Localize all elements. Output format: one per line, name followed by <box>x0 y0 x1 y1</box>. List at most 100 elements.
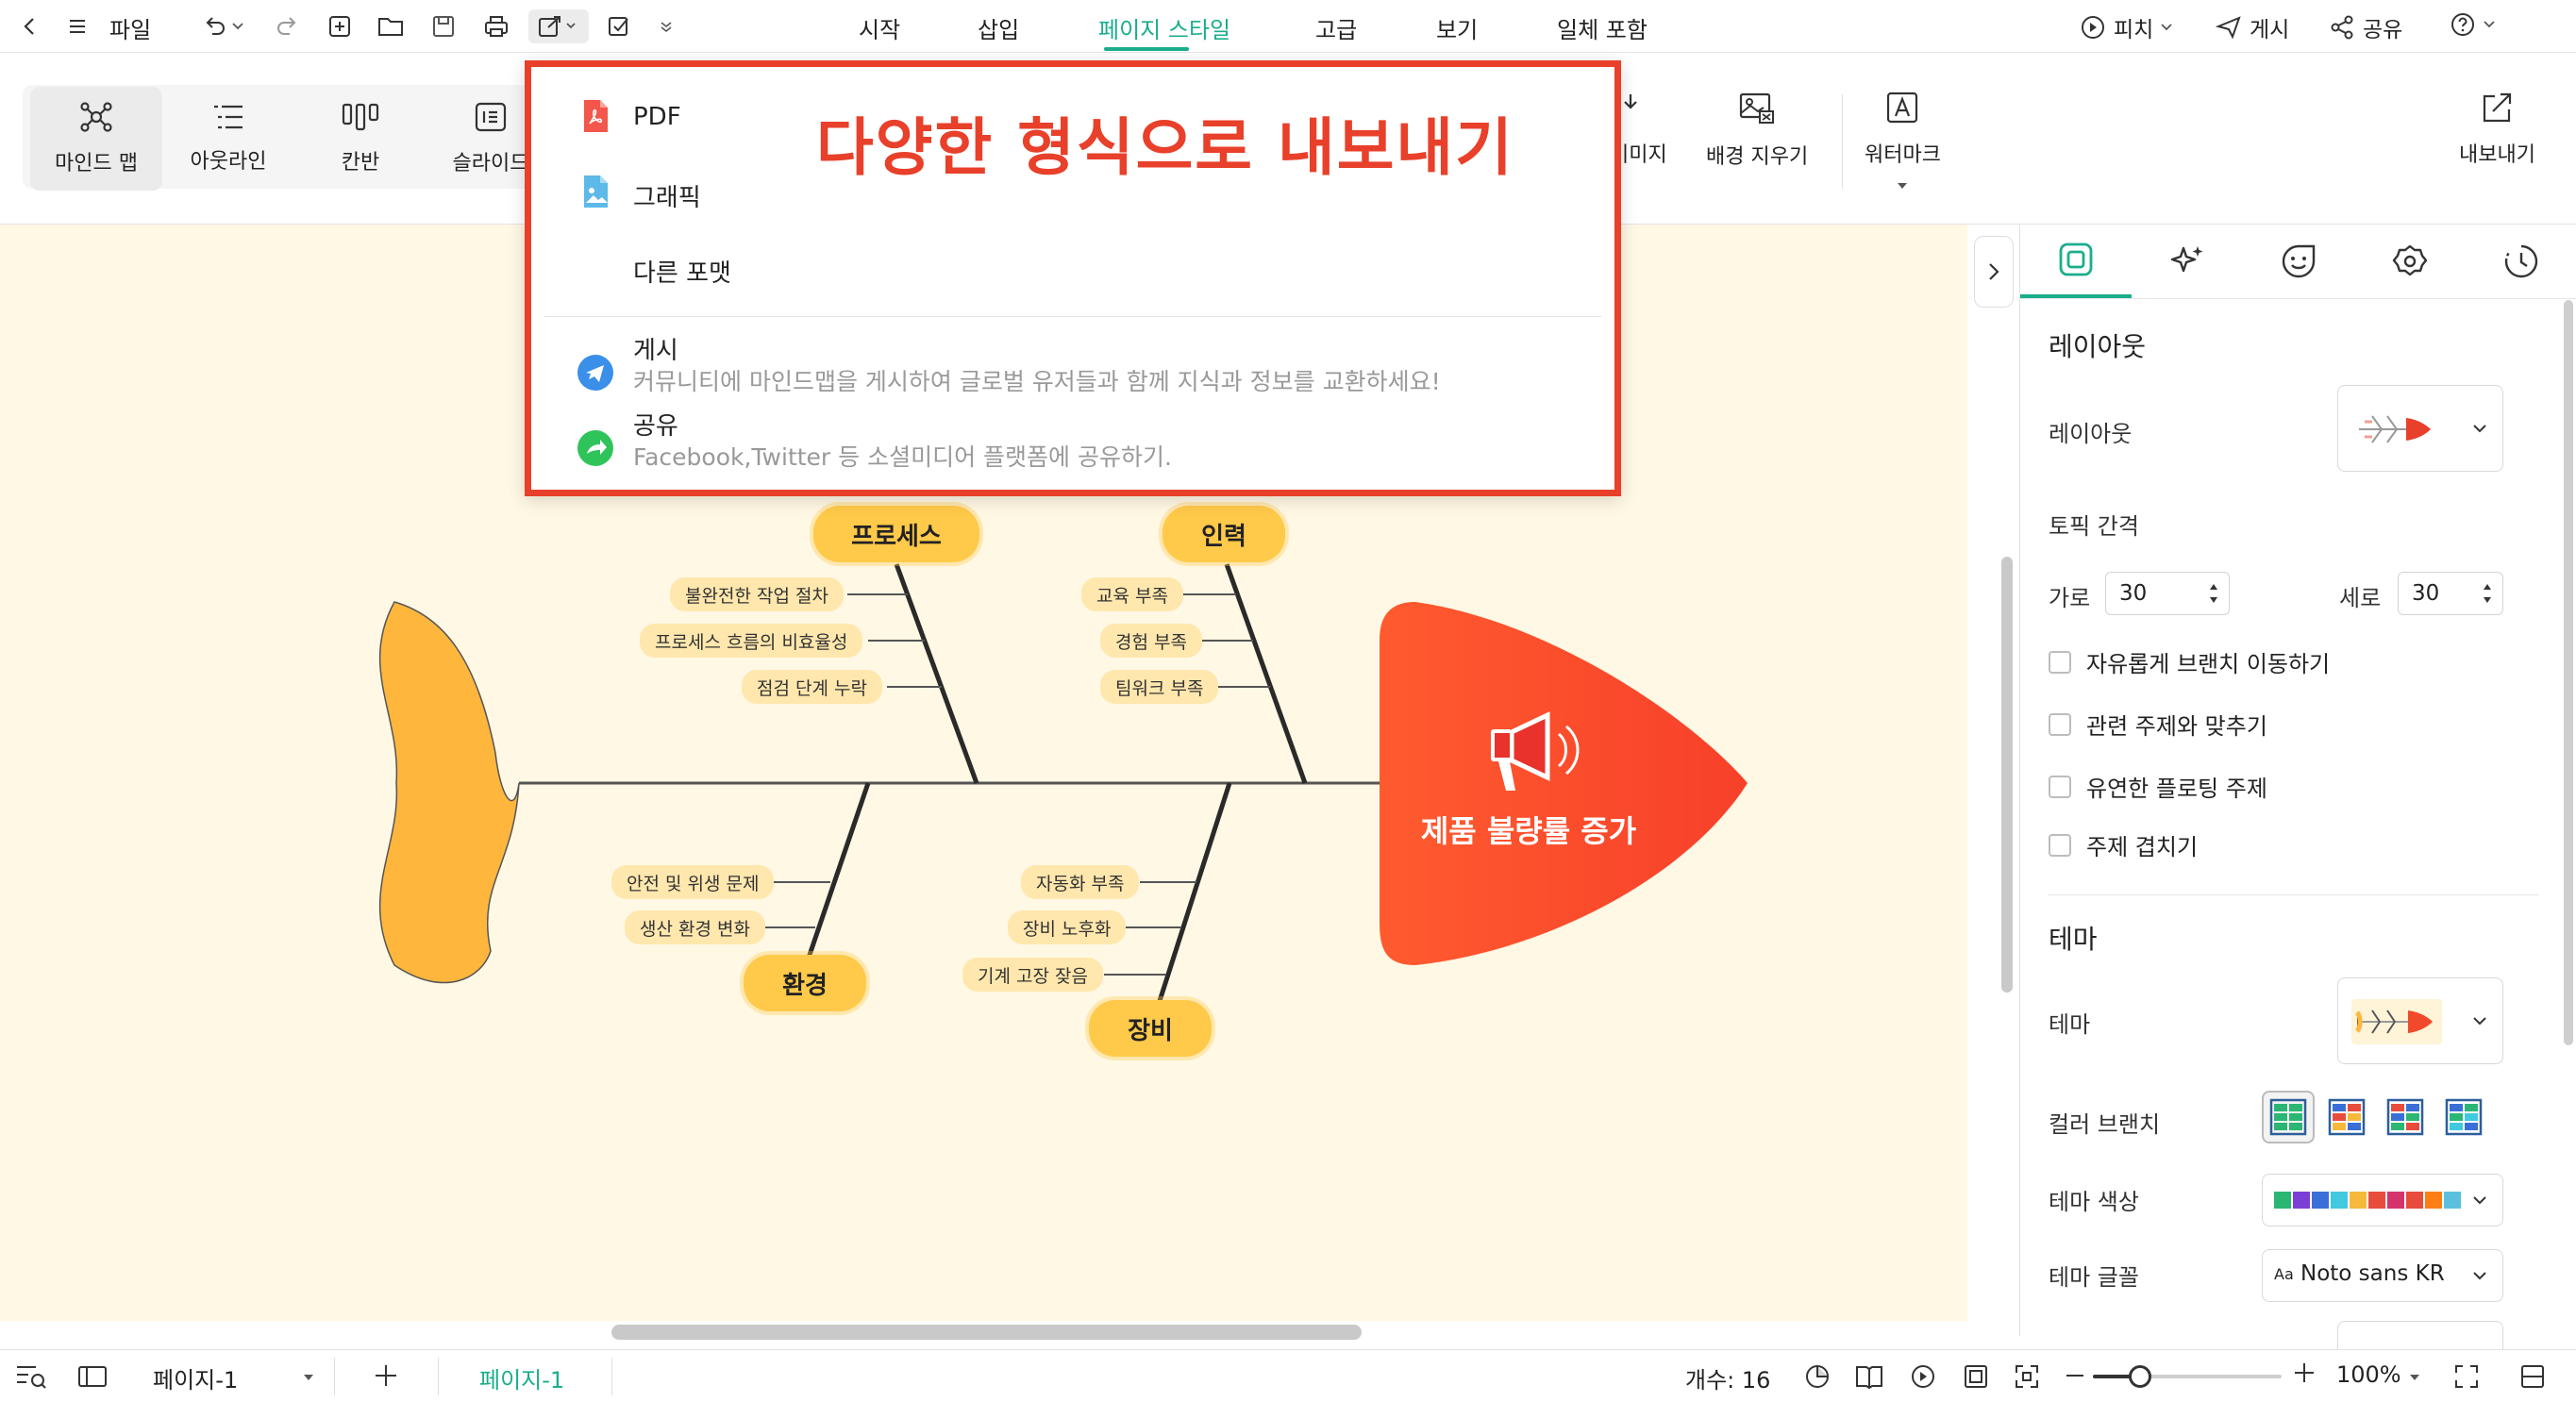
new-file-icon[interactable] <box>323 9 357 43</box>
fit-page-icon[interactable] <box>1963 1363 1989 1390</box>
hamburger-menu-icon[interactable] <box>60 9 94 43</box>
theme-select[interactable] <box>2337 977 2503 1064</box>
share-option-title[interactable]: 공유 <box>633 407 678 442</box>
page-selector-dropdown[interactable]: 페이지-1 <box>132 1360 330 1395</box>
category-environment[interactable]: 환경 <box>744 955 866 1011</box>
publish-button[interactable]: 게시 <box>2216 11 2289 43</box>
export-ribbon-button[interactable]: 내보내기 <box>2459 91 2535 168</box>
tab-view[interactable]: 보기 <box>1436 11 1478 44</box>
tab-advanced[interactable]: 고급 <box>1315 11 1357 44</box>
open-folder-icon[interactable] <box>374 9 408 43</box>
checkbox-align-related-topics[interactable]: 관련 주제와 맞추기 <box>2049 708 2267 741</box>
outline-mode-button[interactable]: 아웃라인 <box>162 87 294 191</box>
panel-tab-settings[interactable] <box>2354 225 2466 298</box>
active-tab-indicator <box>1104 47 1189 51</box>
fishbone-head-label[interactable]: 제품 불량률 증가 <box>1397 808 1661 851</box>
theme-color-select[interactable] <box>2262 1174 2503 1227</box>
checkbox-free-branch-move[interactable]: 자유롭게 브랜치 이동하기 <box>2049 645 2330 678</box>
tab-ai[interactable]: 일체 포함 <box>1557 11 1648 44</box>
watermark-button[interactable]: 워터마크 <box>1865 91 1941 191</box>
checkbox-flexible-floating-topic[interactable]: 유연한 플로팅 주제 <box>2049 770 2267 803</box>
page-tab-active[interactable]: 페이지-1 <box>479 1361 564 1394</box>
undo-icon[interactable] <box>198 9 232 43</box>
next-setting-select[interactable] <box>2337 1321 2503 1349</box>
outline-toggle-icon[interactable] <box>15 1363 47 1390</box>
checkbox-box[interactable] <box>2049 775 2071 798</box>
checkbox-topic-overlap[interactable]: 주제 겹치기 <box>2049 828 2198 861</box>
cause-equipment-3[interactable]: 기계 고장 잦음 <box>962 958 1103 992</box>
page-panel-icon[interactable] <box>77 1363 108 1390</box>
caret-down-icon[interactable] <box>2408 1373 2421 1382</box>
stepper-arrows-icon[interactable] <box>2482 580 2493 607</box>
play-slideshow-icon[interactable] <box>1910 1363 1936 1390</box>
fullscreen-icon[interactable] <box>2453 1363 2480 1390</box>
focus-mode-icon[interactable] <box>1804 1363 1831 1390</box>
back-icon[interactable] <box>13 9 47 43</box>
horizontal-scrollbar[interactable] <box>611 1325 1362 1340</box>
color-branch-option[interactable] <box>2437 1091 2490 1143</box>
checkbox-box[interactable] <box>2049 712 2071 736</box>
cause-people-1[interactable]: 교육 부족 <box>1081 577 1183 611</box>
color-branch-option[interactable] <box>2262 1091 2315 1143</box>
layout-select[interactable] <box>2337 385 2503 472</box>
mind-map-mode-button[interactable]: 마인드 맵 <box>30 87 162 191</box>
collapse-panel-bottom-icon[interactable] <box>2519 1363 2546 1390</box>
panel-tab-ai-style[interactable] <box>2132 225 2243 298</box>
export-graphic-option[interactable]: 그래픽 <box>633 178 701 213</box>
export-pdf-option[interactable]: PDF <box>633 103 681 131</box>
checklist-icon[interactable] <box>602 9 636 43</box>
undo-dropdown-icon[interactable] <box>230 9 245 43</box>
collapse-panel-button[interactable] <box>1974 236 2014 308</box>
fit-screen-icon[interactable] <box>2014 1363 2040 1390</box>
horizontal-spacing-input[interactable]: 30 <box>2105 572 2230 615</box>
cause-equipment-2[interactable]: 장비 노후화 <box>1008 910 1127 944</box>
category-process[interactable]: 프로세스 <box>813 506 979 562</box>
layout-heading: 레이아웃 <box>2049 331 2147 362</box>
help-button[interactable] <box>2450 11 2495 38</box>
checkbox-box[interactable] <box>2049 650 2071 674</box>
cause-environment-2[interactable]: 생산 환경 변화 <box>625 910 765 944</box>
more-dropdown-icon[interactable] <box>649 9 683 43</box>
tab-start[interactable]: 시작 <box>859 11 900 44</box>
save-icon[interactable] <box>427 9 460 43</box>
zoom-out-icon[interactable] <box>2066 1375 2083 1377</box>
add-page-icon[interactable] <box>372 1361 400 1390</box>
kanban-mode-button[interactable]: 칸반 <box>294 87 427 191</box>
cause-people-3[interactable]: 팀워크 부족 <box>1100 670 1219 704</box>
category-equipment[interactable]: 장비 <box>1089 1000 1212 1057</box>
panel-tab-sticker[interactable] <box>2243 225 2354 298</box>
redo-icon[interactable] <box>270 9 304 43</box>
cause-process-1[interactable]: 불완전한 작업 절차 <box>670 577 844 611</box>
export-dropdown-menu: PDF 다양한 형식으로 내보내기 그래픽 다른 포맷 게시 커뮤니티에 마인드… <box>525 60 1621 496</box>
cause-people-2[interactable]: 경험 부족 <box>1100 624 1202 658</box>
tab-page-style[interactable]: 페이지 스타일 <box>1098 11 1230 44</box>
color-branch-option[interactable] <box>2320 1091 2373 1143</box>
print-icon[interactable] <box>479 9 513 43</box>
zoom-level[interactable]: 100% <box>2336 1361 2401 1388</box>
panel-tab-history[interactable] <box>2466 225 2576 298</box>
publish-option-title[interactable]: 게시 <box>633 331 678 366</box>
file-menu[interactable]: 파일 <box>109 11 151 44</box>
book-view-icon[interactable] <box>1855 1363 1883 1390</box>
panel-tab-layout[interactable] <box>2020 225 2132 298</box>
cause-equipment-1[interactable]: 자동화 부족 <box>1021 865 1140 899</box>
cause-process-3[interactable]: 점검 단계 누락 <box>742 670 882 704</box>
checkbox-box[interactable] <box>2049 833 2071 857</box>
color-branch-option[interactable] <box>2379 1091 2432 1143</box>
category-people[interactable]: 인력 <box>1163 506 1285 562</box>
vertical-spacing-input[interactable]: 30 <box>2398 572 2503 615</box>
export-toolbar-button[interactable] <box>528 9 589 43</box>
export-other-format-option[interactable]: 다른 포맷 <box>633 254 731 289</box>
pitch-button[interactable]: 피치 <box>2080 11 2172 43</box>
tab-insert[interactable]: 삽입 <box>978 11 1019 44</box>
cause-process-2[interactable]: 프로세스 흐름의 비효율성 <box>640 624 863 658</box>
cause-environment-1[interactable]: 안전 및 위생 문제 <box>611 865 775 899</box>
theme-font-select[interactable]: Aa Noto sans KR <box>2262 1249 2503 1302</box>
share-button[interactable]: 공유 <box>2329 11 2402 43</box>
stepper-arrows-icon[interactable] <box>2208 580 2219 607</box>
zoom-slider-knob[interactable] <box>2129 1365 2151 1388</box>
zoom-in-icon[interactable] <box>2293 1361 2316 1384</box>
panel-scrollbar[interactable] <box>2564 300 2573 1045</box>
vertical-scrollbar[interactable] <box>2001 557 2013 993</box>
remove-background-button[interactable]: 배경 지우기 <box>1706 91 1808 170</box>
